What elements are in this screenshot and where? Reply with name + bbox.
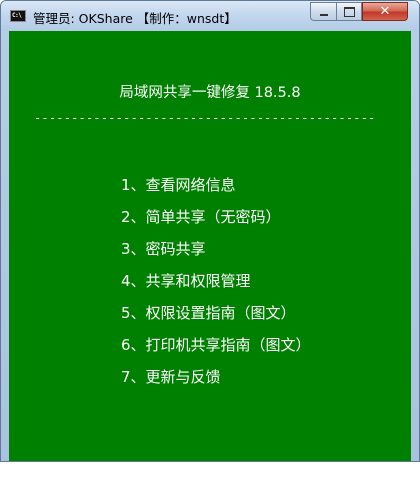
menu-item-simple-share: 2、简单共享（无密码） — [121, 208, 281, 226]
menu-item-share-permissions: 4、共享和权限管理 — [121, 272, 251, 290]
cmd-console-icon-text: C:\ — [12, 12, 22, 19]
minimize-button[interactable] — [310, 2, 336, 21]
cmd-console-icon[interactable]: C:\ — [10, 10, 26, 22]
menu-item-permission-guide: 5、权限设置指南（图文） — [121, 304, 296, 322]
console-divider: ----------------------------------------… — [34, 111, 376, 125]
menu-item-update-feedback: 7、更新与反馈 — [121, 368, 221, 386]
minimize-icon — [319, 13, 328, 16]
menu-item-printer-guide: 6、打印机共享指南（图文） — [121, 336, 311, 354]
close-icon: ✕ — [379, 4, 391, 19]
console-output[interactable]: 局域网共享一键修复 18.5.8 -----------------------… — [9, 31, 411, 461]
menu-item-network-info: 1、查看网络信息 — [121, 176, 236, 194]
console-heading: 局域网共享一键修复 18.5.8 — [119, 85, 301, 101]
maximize-icon — [343, 6, 355, 17]
maximize-button[interactable] — [336, 2, 362, 21]
title-bar[interactable]: C:\ 管理员: OKShare 【制作：wnsdt】 ✕ — [1, 1, 419, 31]
menu-item-password-share: 3、密码共享 — [121, 240, 206, 258]
window-title: 管理员: OKShare 【制作：wnsdt】 — [33, 11, 237, 26]
console-window: C:\ 管理员: OKShare 【制作：wnsdt】 ✕ 局域网共享一键修复 … — [0, 0, 420, 462]
close-button[interactable]: ✕ — [362, 2, 408, 21]
menu-list: 1、查看网络信息 2、简单共享（无密码） 3、密码共享 4、共享和权限管理 5、… — [121, 175, 311, 399]
